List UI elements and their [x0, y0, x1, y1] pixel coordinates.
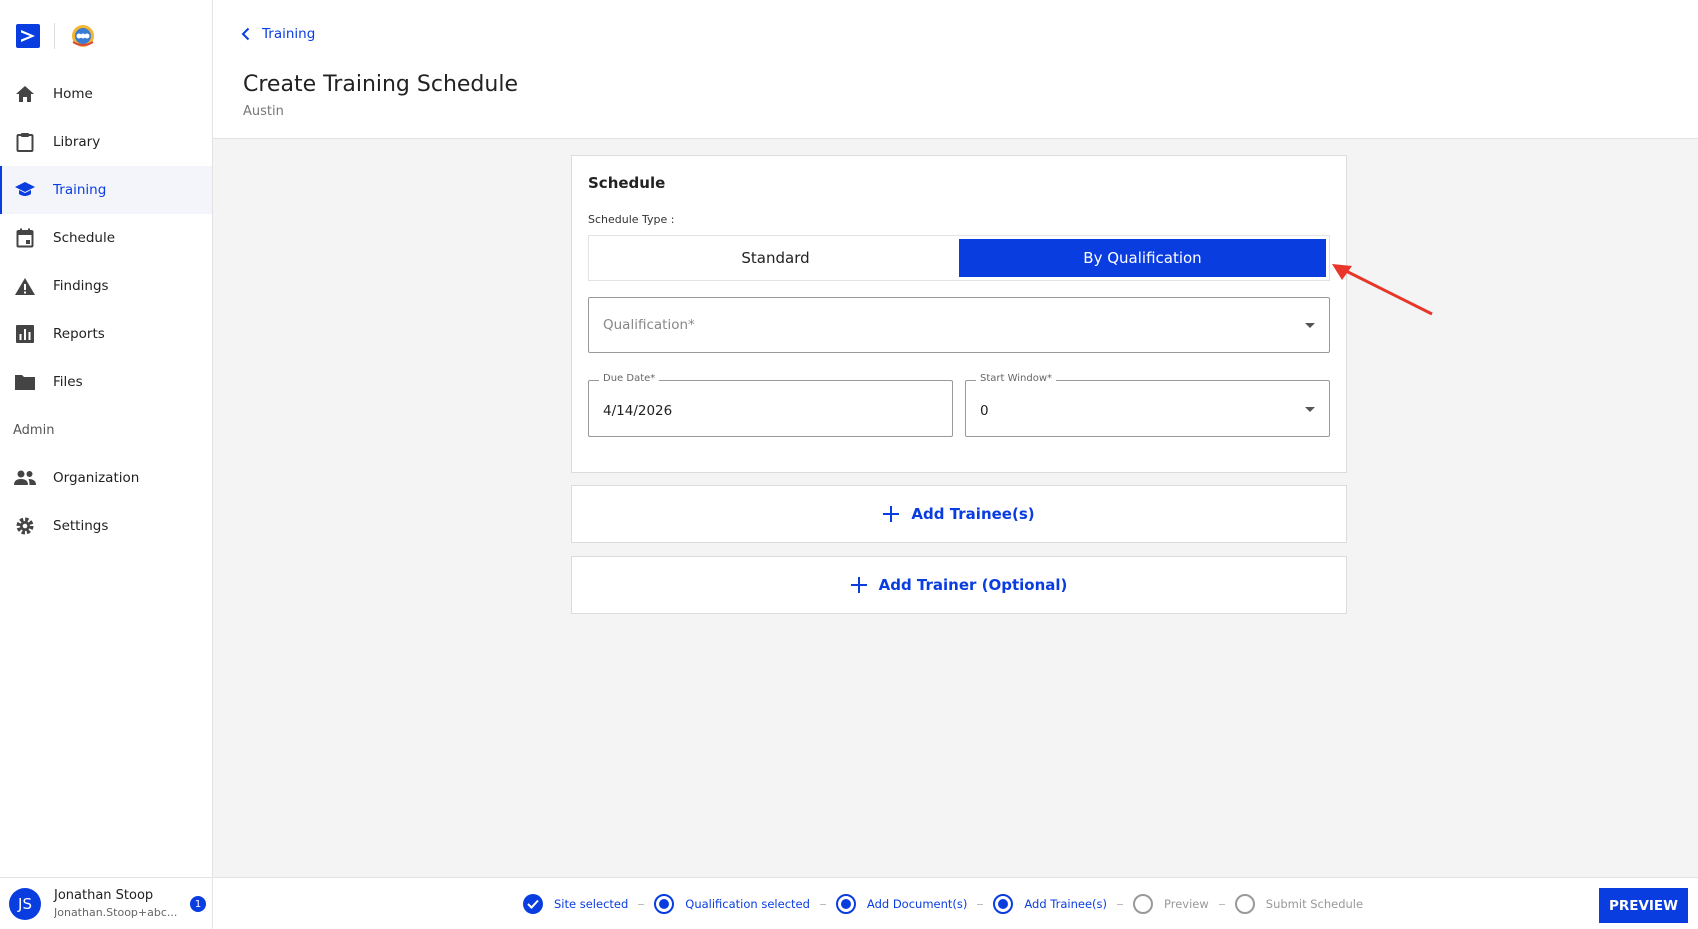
sidebar-item-schedule[interactable]: Schedule — [0, 214, 212, 262]
chevron-left-icon — [241, 27, 250, 41]
preview-button[interactable]: PREVIEW — [1599, 888, 1688, 923]
schedule-type-label: Schedule Type : — [588, 213, 675, 226]
back-link[interactable]: Training — [241, 26, 315, 42]
schedule-type-toggle: Standard By Qualification — [588, 235, 1330, 281]
warning-icon — [14, 275, 36, 297]
sidebar-item-library[interactable]: Library — [0, 118, 212, 166]
radio-filled-icon — [993, 894, 1014, 914]
check-circle-icon — [523, 894, 543, 914]
step-qualification-selected: Qualification selected — [654, 894, 836, 914]
notification-badge[interactable]: 1 — [190, 896, 206, 912]
progress-stepper: Site selected Qualification selected Add… — [523, 878, 1363, 929]
sidebar-item-label: Findings — [53, 278, 109, 294]
sidebar-item-files[interactable]: Files — [0, 358, 212, 406]
step-divider — [638, 903, 645, 905]
page-subtitle: Austin — [243, 104, 284, 119]
step-label: Add Document(s) — [866, 897, 968, 911]
step-label: Add Trainee(s) — [1024, 897, 1108, 911]
people-icon — [14, 467, 36, 489]
sidebar-item-reports[interactable]: Reports — [0, 310, 212, 358]
logo-row — [16, 22, 97, 50]
plus-icon — [850, 573, 867, 597]
sidebar-item-label: Home — [53, 86, 93, 102]
sidebar-item-label: Training — [53, 182, 107, 198]
radio-empty-icon — [1133, 894, 1154, 914]
sidebar-item-label: Schedule — [53, 230, 116, 246]
step-submit-schedule: Submit Schedule — [1234, 894, 1364, 914]
avatar[interactable]: JS — [9, 887, 41, 920]
dropdown-arrow-icon — [1305, 323, 1315, 328]
sidebar: Home Library Training Schedule Findings — [0, 0, 213, 929]
sidebar-item-label: Files — [53, 374, 83, 390]
add-trainees-label: Add Trainee(s) — [911, 505, 1035, 523]
qualification-placeholder: Qualification* — [603, 317, 695, 333]
step-label: Site selected — [554, 897, 629, 911]
schedule-type-by-qualification[interactable]: By Qualification — [959, 239, 1326, 277]
step-divider — [1218, 903, 1225, 905]
calendar-icon — [14, 227, 36, 249]
schedule-card: Schedule Schedule Type : Standard By Qua… — [571, 155, 1347, 473]
step-preview: Preview — [1133, 894, 1235, 914]
step-divider — [1117, 903, 1124, 905]
gear-icon — [14, 515, 36, 537]
admin-section-label: Admin — [13, 422, 55, 438]
logo-divider — [54, 23, 55, 49]
add-trainees-button[interactable]: Add Trainee(s) — [571, 485, 1347, 543]
annotation-arrow-icon — [1332, 264, 1433, 316]
add-trainer-button[interactable]: Add Trainer (Optional) — [571, 556, 1347, 614]
radio-filled-icon — [835, 894, 856, 914]
user-info: Jonathan Stoop Jonathan.Stoop+abc... — [54, 888, 179, 919]
sidebar-nav: Home Library Training Schedule Findings — [0, 70, 212, 550]
due-date-value: 4/14/2026 — [603, 403, 673, 419]
add-trainer-label: Add Trainer (Optional) — [878, 576, 1068, 594]
user-profile[interactable]: JS Jonathan Stoop Jonathan.Stoop+abc... … — [0, 877, 212, 929]
sidebar-item-label: Library — [53, 134, 101, 150]
step-divider — [819, 903, 826, 905]
plus-icon — [883, 502, 900, 526]
sidebar-item-home[interactable]: Home — [0, 70, 212, 118]
step-site-selected: Site selected — [523, 894, 654, 914]
step-label: Preview — [1164, 897, 1209, 911]
client-logo-icon — [69, 22, 97, 50]
sidebar-item-label: Organization — [53, 470, 140, 486]
step-label: Qualification selected — [685, 897, 810, 911]
start-window-label: Start Window* — [976, 373, 1057, 384]
clipboard-icon — [14, 131, 36, 153]
step-add-documents: Add Document(s) — [835, 894, 993, 914]
step-label: Submit Schedule — [1265, 897, 1364, 911]
sidebar-item-label: Settings — [53, 518, 109, 534]
qualification-select[interactable]: Qualification* — [588, 297, 1330, 353]
home-icon — [14, 83, 36, 105]
radio-filled-icon — [654, 894, 675, 914]
user-email: Jonathan.Stoop+abc... — [54, 906, 178, 919]
folder-icon — [14, 371, 36, 393]
back-link-label: Training — [262, 26, 316, 42]
sidebar-item-settings[interactable]: Settings — [0, 502, 212, 550]
user-name: Jonathan Stoop — [54, 888, 154, 903]
start-window-value: 0 — [980, 403, 989, 419]
progress-footer: Site selected Qualification selected Add… — [213, 877, 1698, 929]
page-header: Training Create Training Schedule Austin — [213, 0, 1698, 139]
bar-chart-icon — [14, 323, 36, 345]
sidebar-item-training[interactable]: Training — [0, 166, 212, 214]
sidebar-item-label: Reports — [53, 326, 105, 342]
due-date-field[interactable]: Due Date* 4/14/2026 — [588, 373, 953, 437]
step-add-trainees: Add Trainee(s) — [993, 894, 1133, 914]
dropdown-arrow-icon — [1305, 407, 1315, 412]
graduation-cap-icon — [14, 179, 36, 201]
due-date-label: Due Date* — [599, 373, 660, 384]
step-divider — [977, 903, 984, 905]
sidebar-item-findings[interactable]: Findings — [0, 262, 212, 310]
sidebar-item-organization[interactable]: Organization — [0, 454, 212, 502]
page-title: Create Training Schedule — [243, 72, 518, 97]
schedule-card-title: Schedule — [588, 174, 666, 192]
start-window-select[interactable]: Start Window* 0 — [965, 373, 1330, 437]
schedule-type-standard[interactable]: Standard — [592, 239, 959, 277]
app-logo-icon[interactable] — [16, 24, 40, 48]
radio-empty-icon — [1234, 894, 1255, 914]
